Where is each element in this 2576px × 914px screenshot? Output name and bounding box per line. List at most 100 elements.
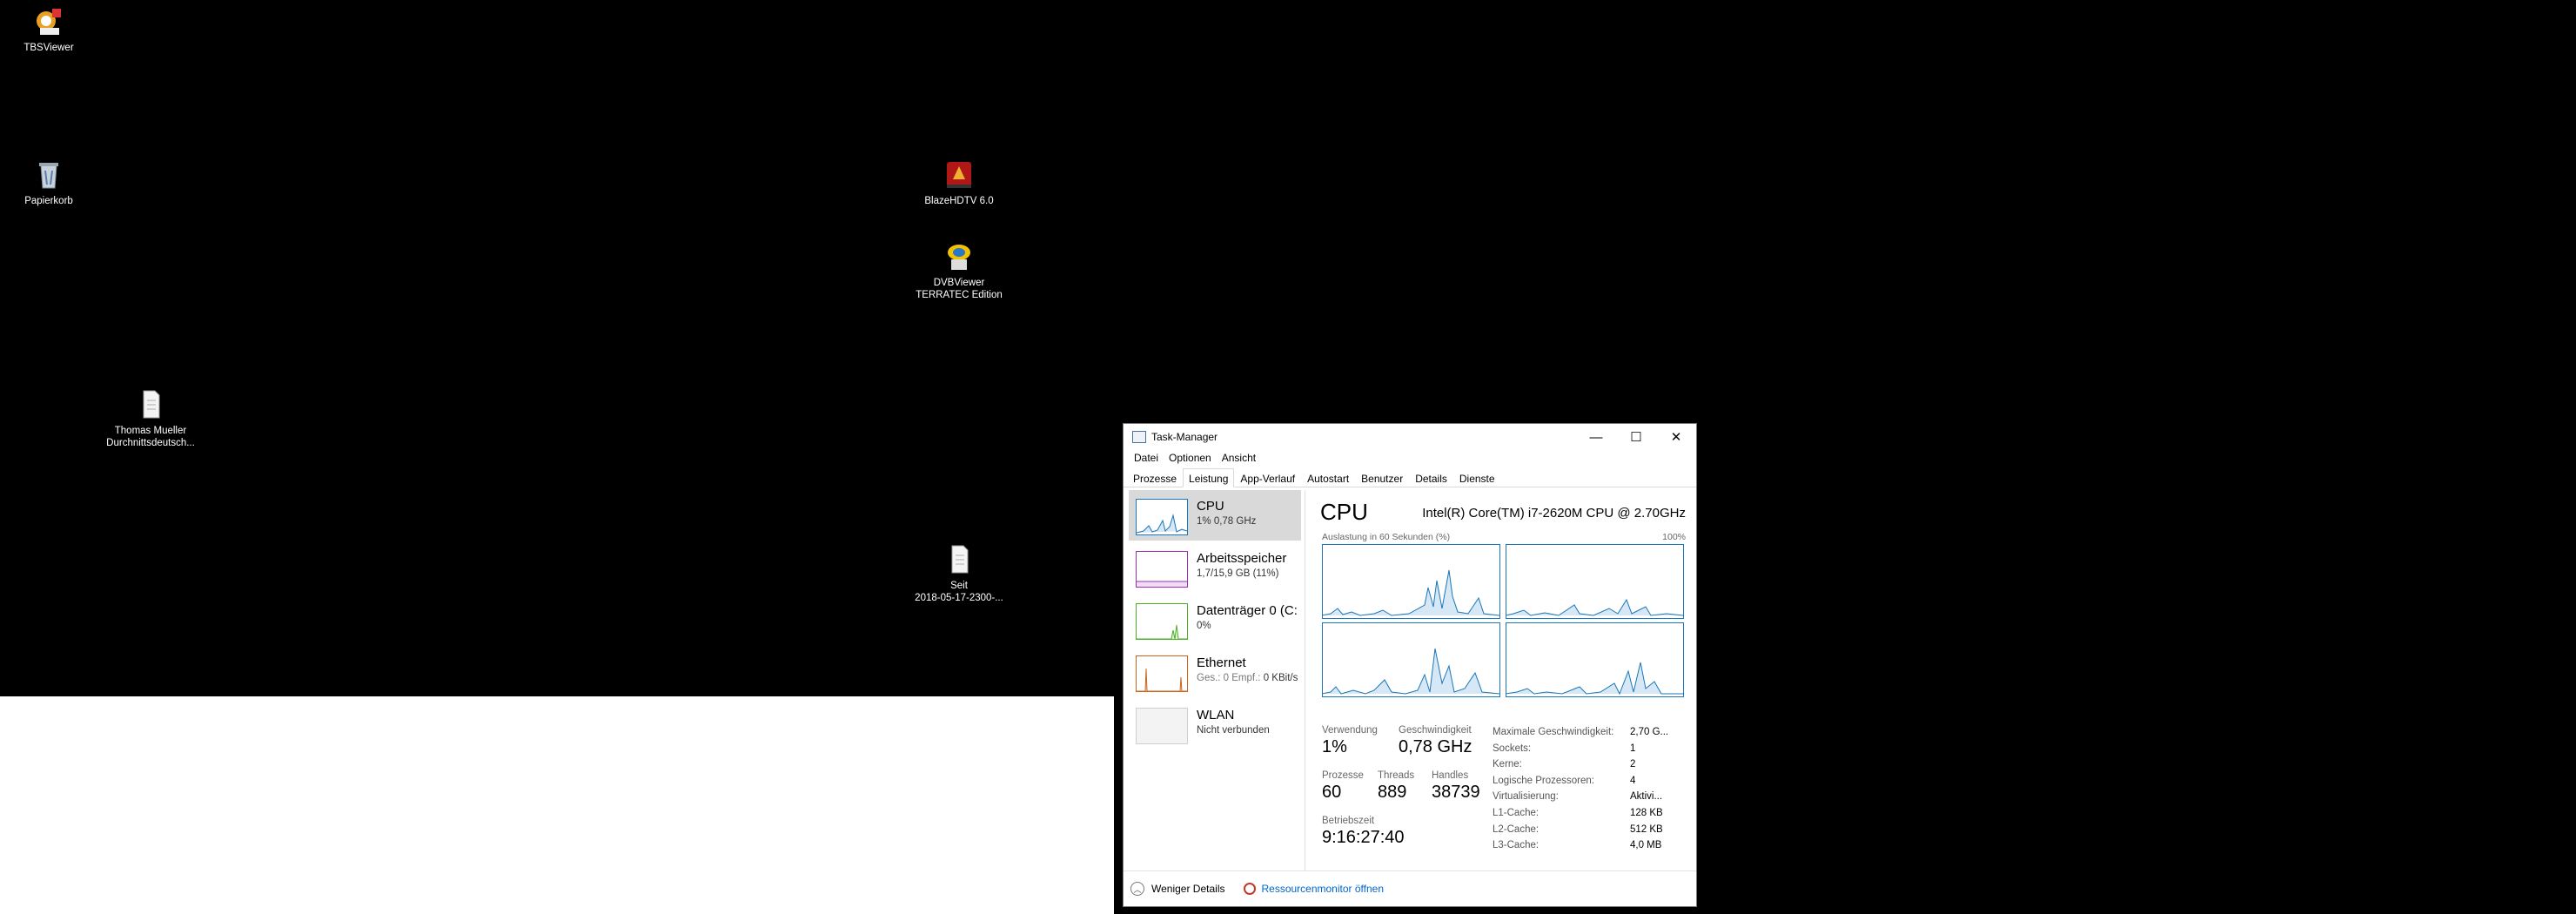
tab-dienste[interactable]: Dienste — [1453, 468, 1501, 487]
sidebar-item-ethernet[interactable]: Ethernet Ges.: 0 Empf.: 0 KBit/s — [1129, 647, 1301, 697]
info-row: Maximale Geschwindigkeit: 2,70 G... — [1493, 727, 1668, 743]
sidebar-title: Ethernet — [1197, 655, 1246, 670]
info-value: 2 — [1630, 759, 1636, 770]
cpu-graph-core-0 — [1322, 544, 1500, 619]
recycle-bin-icon — [31, 158, 66, 192]
info-key: Sockets: — [1493, 743, 1532, 754]
tab-leistung[interactable]: Leistung — [1183, 468, 1235, 487]
ethernet-label: Ges.: 0 Empf.: — [1197, 673, 1261, 683]
task-manager-window: Task-Manager — ☐ ✕ Datei Optionen Ansich… — [1123, 423, 1697, 907]
stat-label: Handles — [1432, 770, 1469, 781]
sidebar-title: WLAN — [1197, 708, 1235, 722]
sidebar-item-cpu[interactable]: CPU 1% 0,78 GHz — [1129, 490, 1301, 541]
info-row: Kerne: 2 — [1493, 759, 1668, 776]
desktop-icon-dvbviewer[interactable]: DVBViewer TERRATEC Edition — [898, 240, 1020, 301]
info-value: 128 KB — [1630, 807, 1663, 818]
info-key: Virtualisierung: — [1493, 791, 1559, 803]
sidebar-item-arbeitsspeicher[interactable]: Arbeitsspeicher 1,7/15,9 GB (11%) — [1129, 542, 1301, 593]
desktop-icon-label: DVBViewer TERRATEC Edition — [916, 278, 1003, 300]
desktop-icon-label: Thomas Mueller Durchnittsdeutsch... — [106, 426, 195, 448]
tab-details[interactable]: Details — [1409, 468, 1453, 487]
footer: ︿ Weniger Details Ressourcenmonitor öffn… — [1124, 870, 1696, 906]
sidebar-item-datentraeger[interactable]: Datenträger 0 (C: 0% — [1129, 595, 1301, 645]
ethernet-value: 0 KBit/s — [1263, 673, 1298, 683]
stat-label: Geschwindigkeit — [1399, 725, 1472, 736]
info-value: 4 — [1630, 775, 1636, 786]
page-title: CPU — [1320, 499, 1368, 525]
desktop-icon-thomas-mueller[interactable]: Thomas Mueller Durchnittsdeutsch... — [90, 388, 211, 449]
cpu-thumbnail — [1136, 499, 1188, 535]
stat-verwendung: Verwendung 1% — [1322, 725, 1378, 757]
cpu-graph-core-1 — [1505, 544, 1684, 619]
menu-ansicht[interactable]: Ansicht — [1217, 450, 1261, 467]
info-key: Kerne: — [1493, 759, 1522, 770]
sidebar-sub: 0% — [1197, 621, 1211, 631]
maximize-icon[interactable]: ☐ — [1616, 424, 1656, 450]
stat-value: 38739 — [1432, 783, 1480, 802]
info-value: 1 — [1630, 743, 1636, 754]
cpu-model: Intel(R) Core(TM) i7-2620M CPU @ 2.70GHz — [1422, 506, 1686, 521]
stat-prozesse: Prozesse 60 — [1322, 770, 1364, 803]
title-bar[interactable]: Task-Manager — ☐ ✕ — [1124, 424, 1696, 450]
screen-blank-area — [0, 696, 1114, 914]
menu-optionen[interactable]: Optionen — [1164, 450, 1217, 467]
resource-monitor-link[interactable]: Ressourcenmonitor öffnen — [1261, 883, 1384, 895]
tab-app-verlauf[interactable]: App-Verlauf — [1234, 468, 1301, 487]
minimize-icon[interactable]: — — [1576, 424, 1616, 450]
task-manager-icon — [1132, 431, 1146, 443]
info-row: L3-Cache: 4,0 MB — [1493, 840, 1668, 857]
stat-value: 9:16:27:40 — [1322, 828, 1405, 847]
fewer-details-link[interactable]: Weniger Details — [1151, 883, 1224, 895]
info-row: L2-Cache: 512 KB — [1493, 824, 1668, 841]
info-value: 2,70 G... — [1630, 727, 1669, 737]
menu-datei[interactable]: Datei — [1129, 450, 1164, 467]
info-value: 4,0 MB — [1630, 840, 1662, 851]
menu-bar: Datei Optionen Ansicht — [1124, 450, 1696, 467]
info-key: L1-Cache: — [1493, 807, 1540, 818]
resource-monitor-icon — [1244, 883, 1257, 895]
stat-value: 60 — [1322, 783, 1342, 802]
document-icon — [942, 543, 976, 576]
desktop-icon-seit[interactable]: Seit 2018-05-17-2300-... — [898, 543, 1020, 604]
memory-thumbnail — [1136, 551, 1188, 588]
tab-autostart[interactable]: Autostart — [1301, 468, 1355, 487]
tab-bar: Prozesse Leistung App-Verlauf Autostart … — [1124, 467, 1696, 487]
info-value: Aktivi... — [1630, 791, 1663, 803]
sidebar-sub: 1,7/15,9 GB (11%) — [1197, 568, 1279, 579]
sidebar-item-wlan[interactable]: WLAN Nicht verbunden — [1129, 699, 1301, 749]
performance-panel: CPU 1% 0,78 GHz Arbeitsspeicher 1,7/15,9… — [1124, 488, 1696, 871]
cpu-info-table: Maximale Geschwindigkeit: 2,70 G... Socke… — [1493, 727, 1668, 857]
stat-value: 0,78 GHz — [1399, 737, 1472, 756]
utilization-label: Auslastung in 60 Sekunden (%) — [1322, 532, 1451, 542]
resource-sidebar: CPU 1% 0,78 GHz Arbeitsspeicher 1,7/15,9… — [1125, 490, 1305, 871]
disk-thumbnail — [1136, 603, 1188, 640]
sidebar-title: CPU — [1197, 499, 1224, 514]
info-row: Virtualisierung: Aktivi... — [1493, 791, 1668, 808]
tab-benutzer[interactable]: Benutzer — [1355, 468, 1409, 487]
dvbviewer-icon — [942, 240, 976, 273]
desktop-icon-label: Seit 2018-05-17-2300-... — [915, 581, 1003, 603]
desktop-icon-papierkorb[interactable]: Papierkorb — [0, 158, 110, 207]
stat-betriebszeit: Betriebszeit 9:16:27:40 — [1322, 816, 1405, 848]
tab-prozesse[interactable]: Prozesse — [1127, 468, 1183, 487]
info-key: Maximale Geschwindigkeit: — [1493, 727, 1614, 737]
sidebar-title: Datenträger 0 (C: — [1197, 603, 1298, 618]
chevron-up-icon[interactable]: ︿ — [1130, 882, 1144, 896]
desktop-icon-tbsviewer[interactable]: TBSViewer — [0, 5, 110, 54]
desktop-icon-label: TBSViewer — [23, 43, 74, 53]
blazehdtv-icon — [942, 158, 976, 192]
window-title: Task-Manager — [1151, 431, 1218, 443]
sidebar-title: Arbeitsspeicher — [1197, 551, 1287, 566]
desktop-icon-blazehdtv[interactable]: BlazeHDTV 6.0 — [898, 158, 1020, 207]
info-row: Logische Prozessoren: 4 — [1493, 776, 1668, 792]
sidebar-sub: Ges.: 0 Empf.: 0 KBit/s — [1197, 673, 1298, 683]
stat-threads: Threads 889 — [1378, 770, 1414, 803]
info-key: L2-Cache: — [1493, 823, 1540, 835]
cpu-graph-core-2 — [1322, 622, 1500, 697]
stat-label: Prozesse — [1322, 770, 1364, 781]
tbsviewer-icon — [31, 5, 66, 38]
info-key: L3-Cache: — [1493, 840, 1540, 851]
close-icon[interactable]: ✕ — [1656, 424, 1696, 450]
stat-geschwindigkeit: Geschwindigkeit 0,78 GHz — [1399, 725, 1472, 757]
document-icon — [133, 388, 168, 421]
